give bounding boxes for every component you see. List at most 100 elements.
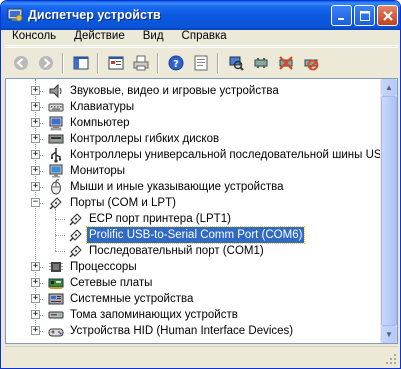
expand-toggle-icon[interactable]: + <box>31 278 40 287</box>
tree-branch-line <box>55 235 65 236</box>
collapse-toggle-icon[interactable]: − <box>31 198 40 207</box>
tree-node-label: Последовательный порт (COM1) <box>89 245 264 257</box>
usb-icon <box>51 148 62 163</box>
help-icon: ? <box>168 55 183 70</box>
expand-toggle-icon[interactable]: + <box>31 150 40 159</box>
processor-icon <box>49 262 63 272</box>
resize-grip-icon[interactable] <box>385 353 397 365</box>
expand-toggle-icon[interactable]: + <box>31 262 40 271</box>
network-card-icon <box>48 278 64 289</box>
maximize-button[interactable] <box>354 5 375 26</box>
tree-node-label: Сетевые платы <box>70 277 153 289</box>
tree-node-label: Мыши и иные указывающие устройства <box>70 181 284 193</box>
expand-toggle-icon[interactable]: + <box>31 182 40 191</box>
menu-item-0[interactable]: Консоль <box>5 27 65 45</box>
tree-node-label: Тома запоминающих устройств <box>70 309 238 321</box>
expand-toggle-icon[interactable]: + <box>31 326 40 335</box>
menu-item-3[interactable]: Справка <box>173 27 236 45</box>
tree-node[interactable]: + Контроллеры универсальной последователь… <box>6 147 389 163</box>
disable-icon <box>304 59 318 70</box>
expand-toggle-icon[interactable]: + <box>31 86 40 95</box>
tree-node[interactable]: + Контроллеры гибких дисков <box>6 131 381 147</box>
disable-button[interactable] <box>299 52 322 74</box>
port-icon <box>49 197 62 210</box>
status-bar <box>5 346 398 366</box>
update-driver-button[interactable] <box>249 52 272 74</box>
back-icon <box>13 55 28 70</box>
menu-item-2[interactable]: Вид <box>134 27 173 45</box>
port-icon <box>69 229 82 242</box>
tree-node-label: Процессоры <box>70 261 137 273</box>
tree-node-label: Звуковые, видео и игровые устройства <box>70 85 279 97</box>
expand-toggle-icon[interactable]: + <box>31 118 40 127</box>
scroll-down-arrow-icon[interactable]: ▼ <box>381 326 397 343</box>
back-button <box>9 52 32 74</box>
expand-toggle-icon[interactable]: + <box>31 134 40 143</box>
view-button[interactable] <box>189 52 212 74</box>
expand-toggle-icon[interactable]: + <box>31 166 40 175</box>
selected-device-label: Prolific USB-to-Serial Comm Port (COM6) <box>85 226 306 244</box>
tree-node[interactable]: + Мониторы <box>6 163 381 179</box>
device-tree[interactable]: + Звуковые, видео и игровые устройства + Кл… <box>6 79 389 343</box>
tree-node[interactable]: − Порты (COM и LPT) <box>6 195 381 211</box>
toolbar: ? <box>5 47 398 77</box>
tree-node[interactable]: + Компьютер <box>6 115 381 131</box>
scrollbar-thumb[interactable] <box>381 96 397 326</box>
menu-item-1[interactable]: Действие <box>65 27 134 45</box>
system-device-icon <box>48 293 64 305</box>
mouse-icon <box>51 179 61 195</box>
sound-icon <box>49 83 62 99</box>
hid-icon <box>48 328 64 337</box>
tree-node[interactable]: + Тома запоминающих устройств <box>6 307 381 323</box>
view-icon <box>194 55 207 70</box>
tree-node[interactable]: + Процессоры <box>6 259 381 275</box>
tree-node-label: Контроллеры универсальной последовательн… <box>70 149 390 161</box>
scroll-up-arrow-icon[interactable]: ▲ <box>381 79 397 96</box>
tree-node-label: Компьютер <box>70 117 130 129</box>
scan-hardware-button[interactable] <box>224 52 247 74</box>
update-driver-icon <box>254 57 267 68</box>
tree-node[interactable]: + Системные устройства <box>6 291 381 307</box>
expand-toggle-icon[interactable]: + <box>31 102 40 111</box>
toolbar-separator <box>62 52 64 73</box>
keyboard-icon <box>48 103 64 112</box>
tree-node-label: Устройства HID (Human Interface Devices) <box>70 325 294 337</box>
expand-toggle-icon[interactable]: + <box>31 310 40 319</box>
tree-node-label: Контроллеры гибких дисков <box>70 133 220 145</box>
tree-node[interactable]: + Сетевые платы <box>6 275 381 291</box>
properties-icon <box>108 56 123 69</box>
close-button[interactable] <box>377 5 398 26</box>
port-icon <box>69 245 82 258</box>
tree-child-node[interactable]: ECP порт принтера (LPT1) <box>6 211 381 227</box>
computer-icon <box>49 116 63 131</box>
uninstall-button[interactable] <box>274 52 297 74</box>
device-manager-window: Диспетчер устройств Консоль Действие Вид Сп… <box>0 0 401 369</box>
help-button[interactable]: ? <box>164 52 187 74</box>
monitor-icon <box>49 164 63 178</box>
print-button[interactable] <box>129 52 152 74</box>
tree-node[interactable]: + Звуковые, видео и игровые устройства <box>6 83 381 99</box>
tree-node-label: Клавиатуры <box>70 101 135 113</box>
close-icon <box>382 10 393 21</box>
tree-child-node[interactable]: Последовательный порт (COM1) <box>6 243 381 259</box>
console-tree-icon <box>73 56 88 69</box>
toolbar-separator <box>97 52 99 73</box>
tree-node-label: Порты (COM и LPT) <box>70 197 176 209</box>
tree-node[interactable]: + Клавиатуры <box>6 99 381 115</box>
tree-node[interactable]: + Устройства HID (Human Interface Devices… <box>6 323 381 339</box>
properties-button[interactable] <box>104 52 127 74</box>
minimize-icon <box>337 17 344 20</box>
svg-text:?: ? <box>173 59 179 70</box>
tree-node-label: Системные устройства <box>70 293 194 305</box>
tree-node[interactable]: + Мыши и иные указывающие устройства <box>6 179 381 195</box>
tree-child-node[interactable]: Prolific USB-to-Serial Comm Port (COM6) <box>6 226 381 244</box>
storage-volume-icon <box>48 311 64 319</box>
console-tree-button[interactable] <box>69 52 92 74</box>
expand-toggle-icon[interactable]: + <box>31 294 40 303</box>
minimize-button[interactable] <box>331 5 352 26</box>
device-tree-panel: + Звуковые, видео и игровые устройства + Кл… <box>5 78 398 344</box>
device-manager-icon <box>7 8 23 22</box>
toolbar-separator <box>217 52 219 73</box>
vertical-scrollbar[interactable]: ▲ ▼ <box>380 79 397 343</box>
tree-branch-line <box>55 251 65 252</box>
